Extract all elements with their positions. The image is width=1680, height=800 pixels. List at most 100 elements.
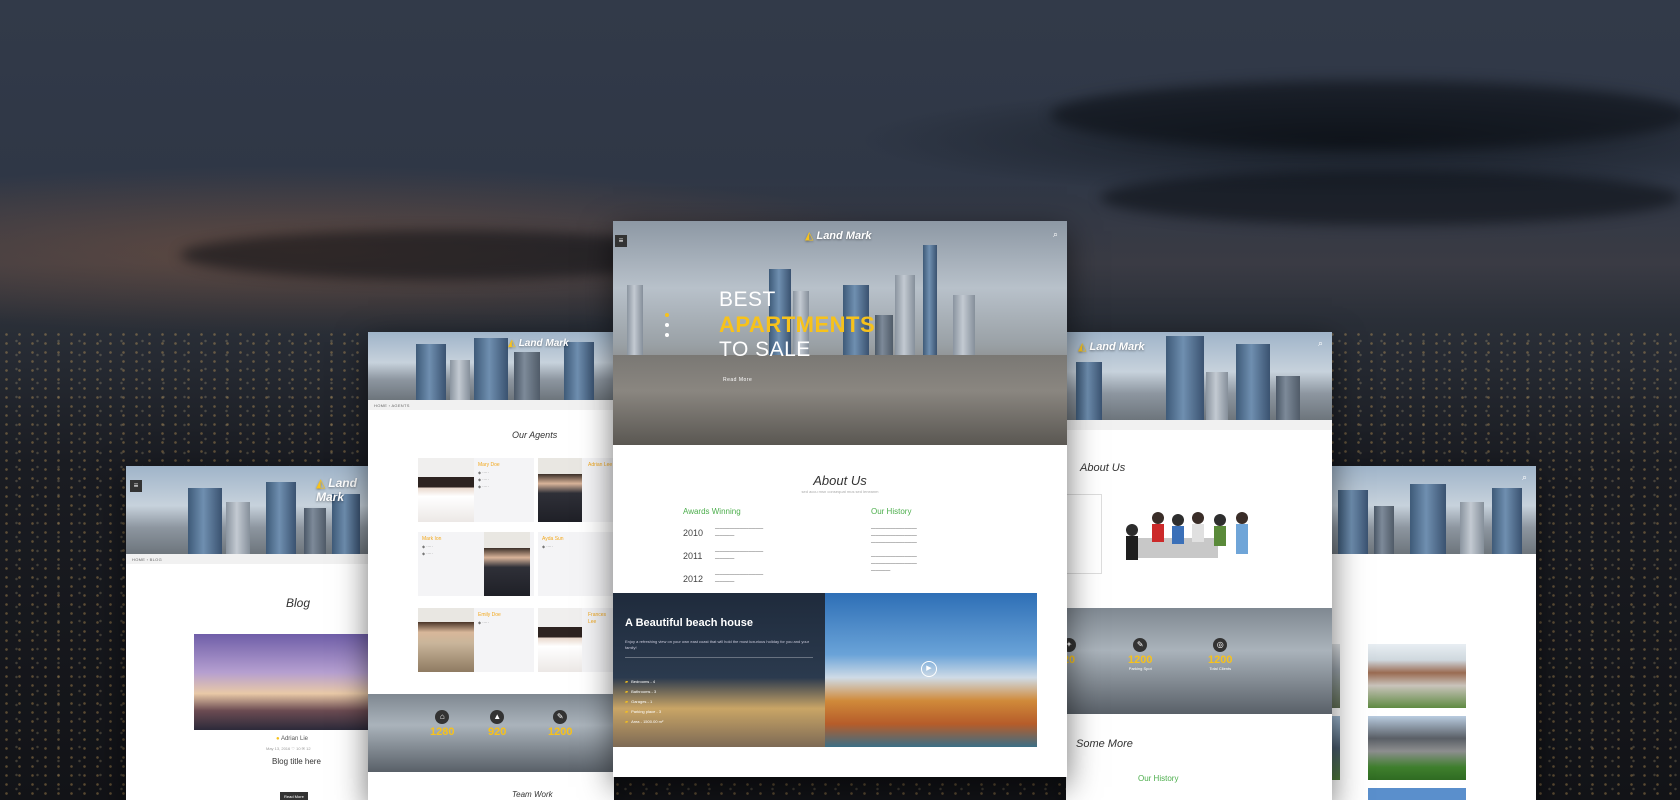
stats-strip: ⌂ 1280 ▲ 920 ✎ 1200 — [368, 694, 614, 772]
stat-item: ✎ 1200 — [548, 710, 572, 738]
agent-name[interactable]: Frances Lee — [588, 612, 614, 626]
heart-icon: ♡ — [291, 746, 295, 751]
skyscraper — [304, 508, 326, 554]
logo-text: Land Mark — [1089, 341, 1145, 353]
cloud-shape — [1100, 170, 1680, 225]
search-icon[interactable]: ⌕ — [1053, 229, 1058, 240]
house-roof-icon: ◭ — [805, 230, 814, 242]
agents-hero-image: ◭ Land Mark — [368, 332, 614, 400]
hero-line-3: TO SALE — [719, 338, 811, 361]
house-roof-icon: ◭ — [1078, 341, 1087, 353]
agent-name[interactable]: Adrian Lee — [588, 462, 612, 469]
blog-post-image — [194, 634, 370, 730]
agent-info: Frances Lee — [588, 612, 614, 626]
car-icon: ▰ — [625, 699, 629, 704]
featured-property: A Beautiful beach house Enjoy a refreshi… — [613, 593, 1037, 747]
timeline-text: ━━━━━━━━━━━━━━━━━━━━ ━━━━━━━━ — [715, 549, 764, 561]
agent-name[interactable]: Mark Ion — [422, 536, 441, 543]
slider-dot[interactable] — [665, 313, 669, 317]
hamburger-icon[interactable]: ≡ — [130, 480, 142, 492]
agent-photo — [418, 608, 474, 672]
folder-icon: ▰ — [625, 709, 629, 714]
skyscraper — [1166, 336, 1204, 420]
stat-value: 20 — [1066, 654, 1076, 666]
slider-dots[interactable] — [665, 313, 669, 343]
stat-label: Parking Spot — [1128, 666, 1152, 671]
site-logo[interactable]: ◭ Land Mark — [316, 476, 370, 504]
play-icon[interactable]: ▶ — [921, 661, 937, 677]
skyscraper — [416, 344, 446, 400]
graduation-icon: ▲ — [490, 710, 505, 724]
post-title[interactable]: Blog title here — [272, 757, 321, 766]
skyscraper — [266, 482, 296, 554]
about-hero-image: ◭ Land Mark ⌕ — [1066, 332, 1332, 420]
stat-value: 1200 — [1128, 654, 1153, 666]
location-icon: ◆ ····· — [478, 620, 489, 625]
hamburger-icon[interactable]: ≡ — [615, 235, 627, 247]
breadcrumb-home[interactable]: HOME — [132, 557, 145, 562]
post-date: May 13, 2016 — [266, 746, 291, 751]
house-icon: ⌂ — [435, 710, 450, 724]
house-roof-icon: ◭ — [508, 338, 516, 349]
site-logo[interactable]: ◭ Land Mark — [508, 338, 569, 349]
house-roof-icon: ◭ — [316, 476, 326, 490]
search-icon[interactable]: ⌕ — [1318, 338, 1323, 349]
feature-bathrooms: ▰ Bathrooms - 3 — [625, 689, 656, 694]
team-illustration — [1118, 508, 1266, 568]
agent-card[interactable]: Mark Ion ◆ ····· ◆ ····· — [418, 532, 534, 596]
post-meta: May 13, 2016 ♡ 10 ✉ 12 — [266, 746, 311, 751]
awards-heading: Awards Winning — [683, 507, 741, 516]
stat-label: Total Clients — [1209, 666, 1232, 671]
search-icon[interactable]: ⌕ — [1522, 472, 1527, 483]
stat-item: ◎ 1200 Total Clients — [1208, 638, 1232, 671]
target-icon: ◎ — [1213, 638, 1228, 652]
team-title: Team Work — [512, 790, 553, 799]
agent-card[interactable]: Mary Doe ◆ ····· ◆ ····· ◆ ····· — [418, 458, 534, 522]
comment-count: 12 — [306, 746, 311, 751]
listing-thumbnail[interactable] — [1368, 644, 1466, 708]
agent-name[interactable]: Mary Doe — [478, 462, 500, 469]
timeline-text: ━━━━━━━━━━━━━━━━━━━━ ━━━━━━━━ — [715, 526, 764, 538]
slider-dot[interactable] — [665, 333, 669, 337]
feature-bedrooms: ▰ Bedrooms - 4 — [625, 679, 655, 684]
divider — [625, 657, 813, 658]
hero-line-1: BEST — [719, 288, 776, 311]
site-logo[interactable]: ◭ Land Mark — [805, 229, 871, 242]
site-logo[interactable]: ◭ Land Mark — [1078, 340, 1144, 353]
team-people-graphic — [1126, 512, 1248, 560]
agent-name[interactable]: Emily Doe — [478, 612, 501, 619]
agent-card[interactable]: Adrian Lee — [538, 458, 614, 522]
city-rooftops — [613, 355, 1067, 445]
agent-card[interactable]: Ayda Sun ◆ ····· — [538, 532, 614, 596]
read-more-button[interactable]: Read More — [280, 792, 308, 800]
breadcrumb-current: BLOG — [149, 557, 162, 562]
about-subtitle: sed accu msn consequat mus sed leneanm — [801, 489, 879, 494]
featured-description: Enjoy a refreshing view on your own east… — [625, 639, 810, 650]
breadcrumb-bar — [1066, 420, 1332, 430]
agent-photo — [418, 458, 474, 522]
folder-icon: ▰ — [625, 719, 629, 724]
listing-thumbnail[interactable] — [1368, 788, 1466, 800]
slider-dot[interactable] — [665, 323, 669, 327]
listing-thumbnail[interactable] — [1368, 716, 1466, 780]
breadcrumb: HOME › AGENTS — [368, 400, 614, 410]
agent-card[interactable]: Frances Lee — [538, 608, 614, 672]
feature-text: Bathrooms - 3 — [631, 689, 657, 694]
location-icon: ◆ ····· — [422, 544, 433, 549]
featured-title: A Beautiful beach house — [625, 617, 753, 629]
skyscraper — [514, 352, 540, 400]
hero-read-more-link[interactable]: Read More — [723, 377, 752, 383]
breadcrumb-home[interactable]: HOME — [374, 403, 387, 408]
agents-page-mockup: ◭ Land Mark HOME › AGENTS Our Agents Mary… — [368, 332, 614, 800]
agent-info: Adrian Lee — [588, 462, 612, 469]
timeline-year: 2011 — [683, 551, 703, 561]
agent-card[interactable]: Emily Doe ◆ ····· — [418, 608, 534, 672]
author-name[interactable]: Adrian Lie — [281, 736, 308, 742]
page-title: Blog — [286, 596, 311, 610]
listings-page-mockup: ⌕ — [1310, 466, 1536, 800]
agent-info: Mary Doe ◆ ····· ◆ ····· ◆ ····· — [478, 462, 500, 490]
some-more-title: Some More — [1076, 738, 1133, 750]
comment-icon: ✉ — [301, 746, 306, 751]
location-icon: ◆ ····· — [542, 544, 553, 549]
agent-name[interactable]: Ayda Sun — [542, 536, 564, 543]
